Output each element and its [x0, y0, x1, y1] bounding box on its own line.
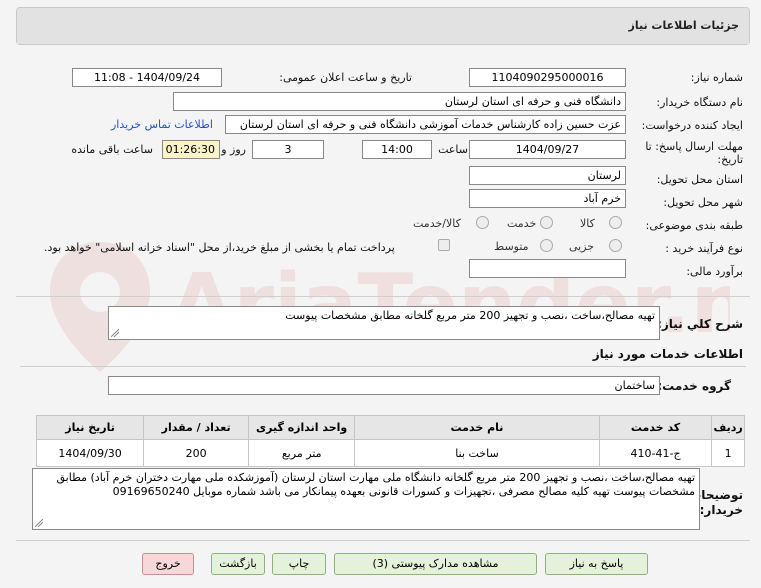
estimate-field[interactable]	[469, 259, 626, 278]
deadline-label: مهلت ارسال پاسخ: تا	[645, 140, 743, 153]
summary-text: تهیه مصالح،ساخت ،نصب و تجهیز 200 متر مرب…	[285, 309, 655, 322]
cell-row: 1	[711, 439, 745, 467]
process-option-medium: متوسط	[494, 240, 529, 253]
need-number-label: شماره نیاز:	[690, 71, 743, 84]
col-row: ردیف	[711, 415, 745, 440]
divider	[20, 366, 746, 367]
deadline-label-date: تاریخ:	[717, 153, 743, 166]
col-unit: واحد اندازه گیری	[248, 415, 356, 440]
services-table: ردیف کد خدمت نام خدمت واحد اندازه گیری ت…	[35, 415, 745, 467]
province-field: لرستان	[469, 166, 626, 185]
buyer-org-label: نام دستگاه خریدار:	[656, 96, 743, 109]
resize-grip-icon[interactable]	[111, 329, 119, 337]
announce-label: تاریخ و ساعت اعلان عمومی:	[279, 71, 412, 84]
city-label: شهر محل تحویل:	[663, 196, 743, 209]
deadline-hour-label: ساعت	[438, 143, 468, 156]
creator-field: عزت حسین زاده کارشناس خدمات آموزشی دانشگ…	[225, 115, 626, 134]
panel-header: جزئیات اطلاعات نیاز	[17, 8, 749, 44]
buyer-notes-text: تهیه مصالح،ساخت ،نصب و تجهیز 200 متر مرب…	[56, 471, 696, 498]
creator-label: ایجاد کننده درخواست:	[641, 119, 743, 132]
days-field: 3	[252, 140, 324, 159]
back-button[interactable]: بازگشت	[211, 553, 265, 575]
province-label: استان محل تحویل:	[656, 173, 743, 186]
process-radio-medium[interactable]	[540, 239, 553, 252]
announce-field: 1404/09/24 - 11:08	[72, 68, 222, 87]
reply-button[interactable]: پاسخ به نیاز	[545, 553, 648, 575]
col-service-code: کد خدمت	[598, 415, 713, 440]
category-option-goods-service: کالا/خدمت	[413, 217, 461, 230]
table-header-row: ردیف کد خدمت نام خدمت واحد اندازه گیری ت…	[35, 415, 745, 440]
category-label: طبقه بندی موضوعی:	[645, 219, 743, 232]
buyer-notes-field: تهیه مصالح،ساخت ،نصب و تجهیز 200 متر مرب…	[32, 468, 700, 530]
process-radio-minor[interactable]	[609, 239, 622, 252]
cell-need-date: 1404/09/30	[35, 439, 145, 467]
details-panel: جزئیات اطلاعات نیاز	[16, 7, 750, 45]
deadline-date-field: 1404/09/27	[469, 140, 626, 159]
attachments-button[interactable]: مشاهده مدارک پیوستی (3)	[334, 553, 537, 575]
panel-title: جزئیات اطلاعات نیاز	[628, 19, 740, 32]
divider	[16, 296, 750, 297]
treasury-payment-note: پرداخت تمام یا بخشی از مبلغ خرید،از محل …	[44, 241, 395, 254]
category-radio-service[interactable]	[540, 216, 553, 229]
buyer-notes-label-2: خریدار:	[699, 503, 743, 517]
col-service-name: نام خدمت	[354, 415, 600, 440]
table-row: 1 ج-41-410 ساخت بنا متر مربع 200 1404/09…	[35, 439, 745, 467]
category-radio-goods[interactable]	[609, 216, 622, 229]
summary-field: تهیه مصالح،ساخت ،نصب و تجهیز 200 متر مرب…	[108, 306, 660, 340]
city-field: خرم آباد	[469, 189, 626, 208]
remaining-time-field: 01:26:30	[162, 140, 220, 159]
buyer-org-field: دانشگاه فنی و حرفه ای استان لرستان	[173, 92, 626, 111]
buyer-contact-link[interactable]: اطلاعات تماس خریدار	[111, 118, 213, 131]
category-option-service: خدمت	[507, 217, 537, 230]
resize-grip-icon[interactable]	[35, 519, 43, 527]
cell-quantity: 200	[143, 439, 250, 467]
days-label: روز و	[221, 143, 246, 156]
cell-unit: متر مربع	[248, 439, 356, 467]
print-button[interactable]: چاپ	[272, 553, 326, 575]
col-need-date: تاریخ نیاز	[35, 415, 145, 440]
col-quantity: تعداد / مقدار	[143, 415, 250, 440]
services-section-title: اطلاعات خدمات مورد نیاز	[592, 347, 743, 361]
divider	[16, 540, 750, 541]
process-option-minor: جزیی	[569, 240, 595, 253]
cell-service-code: ج-41-410	[598, 439, 713, 467]
service-group-label: گروه خدمت:	[657, 379, 731, 393]
process-label: نوع فرآیند خرید :	[665, 242, 743, 255]
summary-label: شرح کلي نياز:	[657, 317, 743, 331]
deadline-hour-field: 14:00	[362, 140, 432, 159]
remaining-label: ساعت باقی مانده	[71, 143, 153, 156]
exit-button[interactable]: خروج	[142, 553, 194, 575]
need-number-field: 1104090295000016	[469, 68, 626, 87]
estimate-label: برآورد مالی:	[686, 265, 743, 278]
category-option-goods: کالا	[580, 217, 595, 230]
treasury-payment-checkbox[interactable]	[438, 239, 450, 251]
service-group-field: ساختمان	[108, 376, 660, 395]
category-radio-goods-service[interactable]	[476, 216, 489, 229]
cell-service-name: ساخت بنا	[354, 439, 600, 467]
